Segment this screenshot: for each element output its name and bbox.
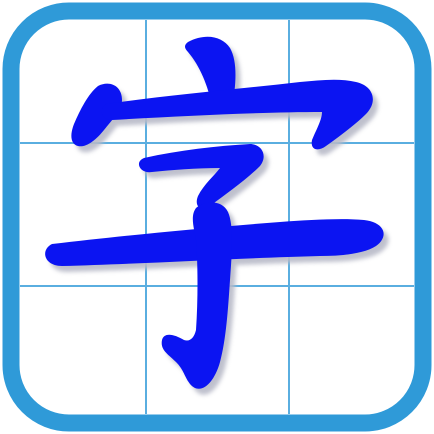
app-icon[interactable] — [0, 0, 434, 434]
app-icon-graphic — [2, 2, 432, 432]
